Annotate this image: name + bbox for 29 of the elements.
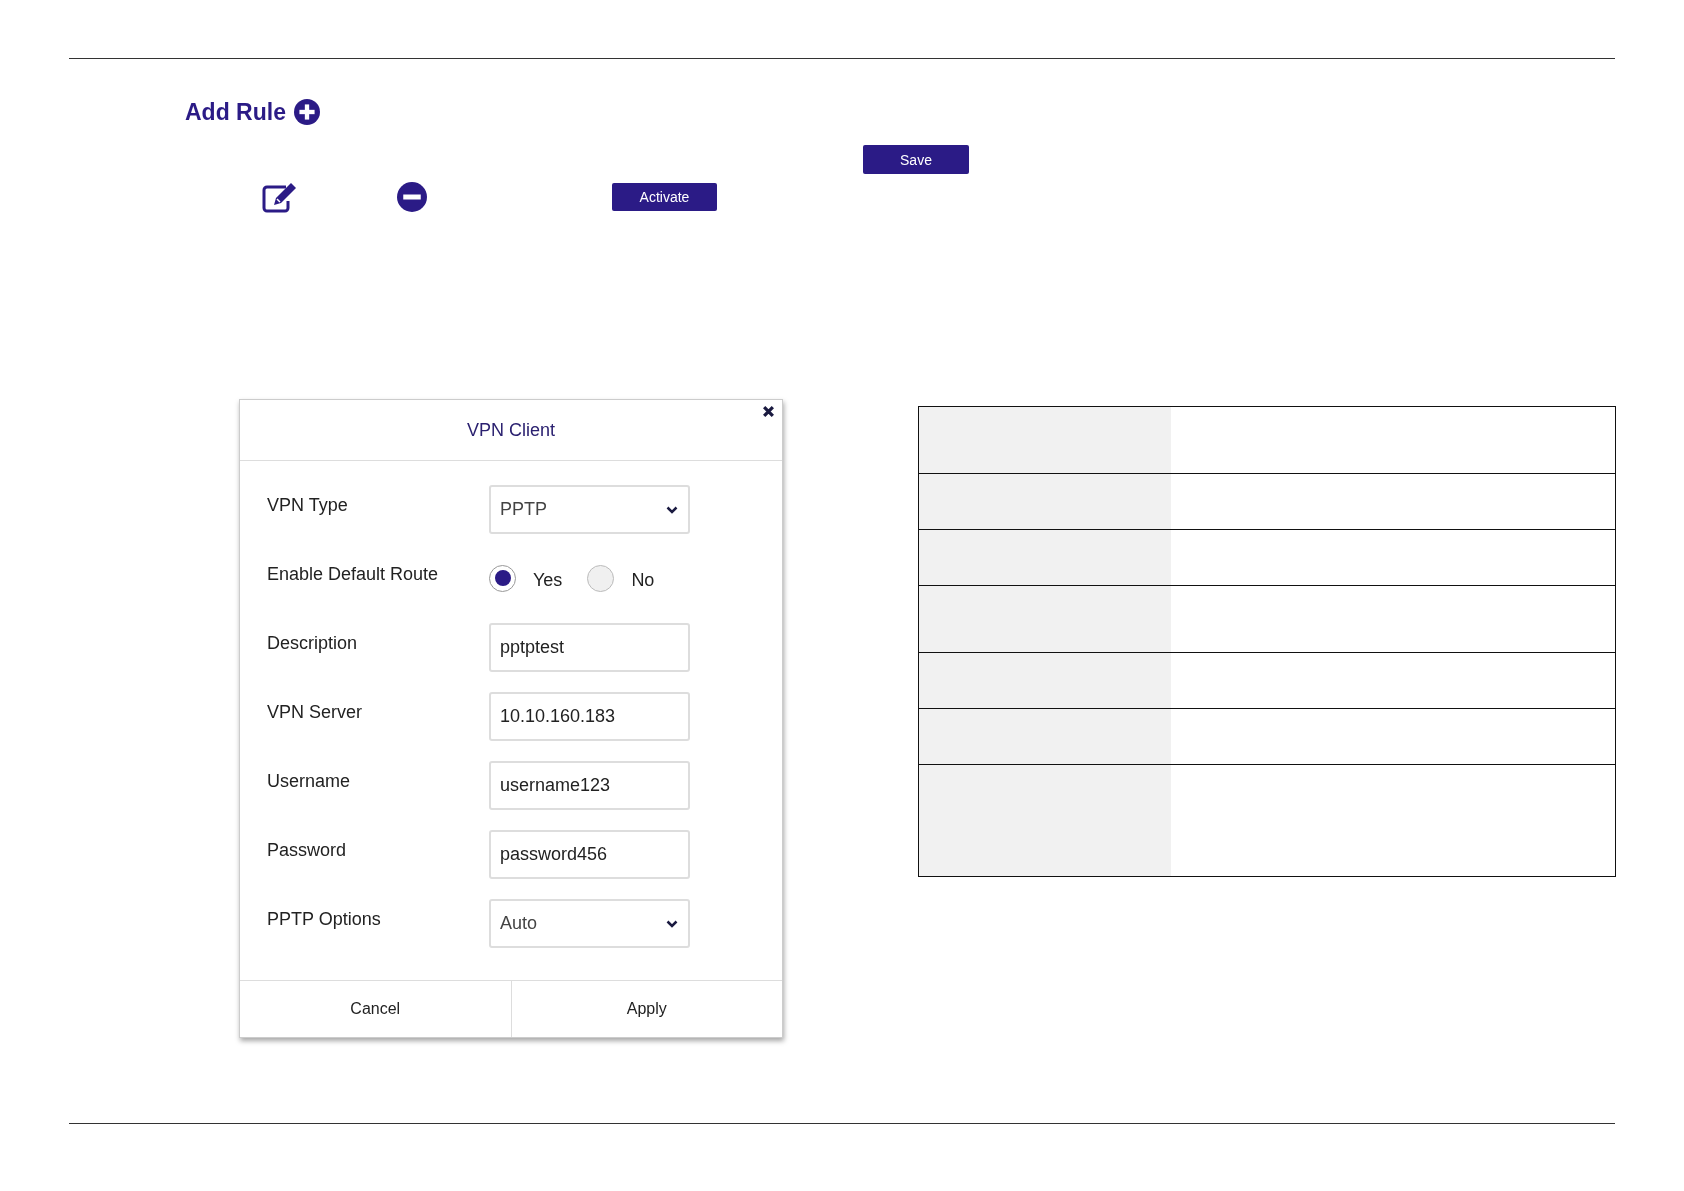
input-field[interactable]: password456 [489,830,690,879]
add-icon[interactable] [293,99,320,125]
field-label: Description [267,632,359,654]
input-field[interactable]: 10.10.160.183 [489,692,690,741]
edit-icon[interactable] [262,181,298,213]
save-button[interactable]: Save [863,145,969,174]
dialog-title: VPN Client [467,419,555,441]
field-label: PPTP Options [267,908,382,930]
cancel-button[interactable]: Cancel [240,981,511,1037]
section-title: Add Rule [185,98,286,126]
radio-label[interactable]: Yes [533,569,563,591]
field-label: Username [267,770,352,792]
remove-icon[interactable] [397,182,427,212]
field-label: VPN Server [267,701,364,723]
close-icon[interactable] [762,405,775,418]
field-label: Enable Default Route [267,563,440,585]
radio-button[interactable] [489,564,516,592]
field-label: Password [267,839,348,861]
apply-button[interactable]: Apply [510,981,782,1037]
chevron-icon [666,505,678,514]
input-field[interactable]: username123 [489,761,690,810]
select-field[interactable]: PPTP [489,485,690,534]
input-field[interactable]: pptptest [489,623,690,672]
field-label: VPN Type [267,494,349,516]
radio-label[interactable]: No [631,569,655,591]
radio-button[interactable] [587,564,615,592]
chevron-icon [666,919,678,928]
activate-button[interactable]: Activate [612,183,717,211]
select-field[interactable]: Auto [489,899,690,948]
